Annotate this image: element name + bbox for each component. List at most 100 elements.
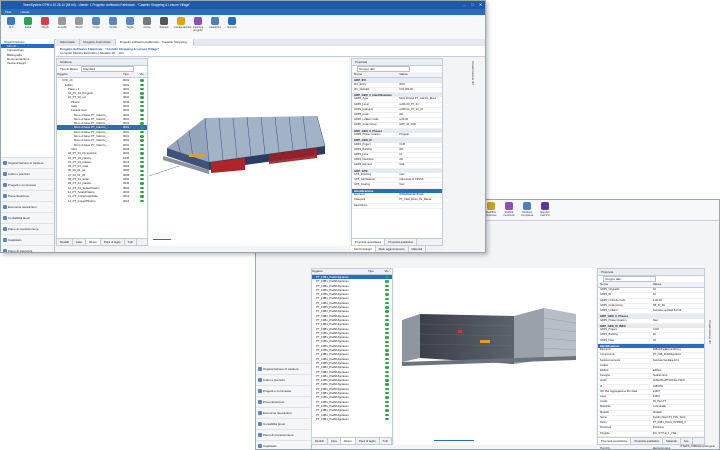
ribbon-button-13[interactable]: Esporta <box>225 17 239 29</box>
table-row[interactable]: 13_PT_CopertPilastro 0013 <box>57 199 147 203</box>
module-item[interactable]: Listini e prezzari <box>256 374 311 385</box>
ribbon-button-verifica[interactable]: Verifica rimozione <box>502 202 516 217</box>
window-maximize-icon[interactable]: □ <box>470 1 475 9</box>
eye-icon[interactable] <box>385 366 389 369</box>
eye-icon[interactable] <box>140 100 144 104</box>
eye-icon[interactable] <box>385 353 389 356</box>
eye-icon[interactable] <box>385 297 389 300</box>
tree-item[interactable]: Tavole disegni <box>1 61 54 65</box>
eye-icon[interactable] <box>385 293 389 296</box>
eye-icon[interactable] <box>385 336 389 339</box>
eye-icon[interactable] <box>140 156 144 159</box>
tab-2[interactable]: Materiali <box>663 438 681 444</box>
visibility-cell[interactable] <box>137 199 147 203</box>
ribbon-button-modifica[interactable]: Modifica rimozione <box>484 202 498 217</box>
tab-0[interactable]: Modelli <box>312 438 328 444</box>
eye-icon[interactable] <box>140 126 144 129</box>
vertical-tab-2[interactable]: Visualizzazione 3D <box>708 320 712 344</box>
3d-viewport-2[interactable] <box>394 268 596 445</box>
eye-icon[interactable] <box>385 319 389 322</box>
eye-icon[interactable] <box>140 79 144 82</box>
eye-icon[interactable] <box>140 87 144 91</box>
ribbon-button-0[interactable]: Apri <box>4 17 18 29</box>
doc-tab-2[interactable]: Progetto Anfiteatro Fabbricati - "Castel… <box>115 39 195 46</box>
module-item[interactable]: Piano di sicurezza <box>1 245 54 252</box>
eye-icon[interactable] <box>140 148 144 151</box>
eye-icon[interactable] <box>385 357 389 361</box>
eye-icon[interactable] <box>385 340 389 343</box>
module-item[interactable]: Organizzazione di cantiere <box>256 363 311 374</box>
eye-icon[interactable] <box>140 83 144 86</box>
module-item[interactable]: Preventivazione <box>1 190 54 201</box>
eye-icon[interactable] <box>385 396 389 399</box>
eye-icon[interactable] <box>140 96 144 99</box>
module-item[interactable]: Economie lavorazioni <box>256 407 311 418</box>
eye-icon[interactable] <box>140 160 144 164</box>
module-item[interactable]: Capitolato <box>256 440 311 449</box>
module-item[interactable]: Preventivazione <box>256 396 311 407</box>
table-row[interactable]: PT_F0B1_PielMUlpplasso <box>312 417 392 421</box>
module-item[interactable]: Contabilità lavori <box>256 418 311 429</box>
eye-icon[interactable] <box>385 310 389 313</box>
eye-icon[interactable] <box>140 195 144 198</box>
eye-icon[interactable] <box>385 417 389 421</box>
tab-1[interactable]: Proprietà qualitative <box>631 438 664 444</box>
tab-2[interactable]: Albero <box>85 239 101 245</box>
tab-3[interactable]: Piani di taglio <box>356 438 380 444</box>
eye-icon[interactable] <box>385 323 389 326</box>
eye-icon[interactable] <box>140 152 144 155</box>
eye-icon[interactable] <box>140 199 144 202</box>
3d-viewport[interactable] <box>148 58 349 246</box>
tab-0[interactable]: Proprietà quantitative <box>598 438 632 444</box>
tab-4[interactable]: Tutti <box>380 438 392 444</box>
eye-icon[interactable] <box>385 400 389 404</box>
module-item[interactable]: Contabilità lavori <box>1 212 54 223</box>
eye-icon[interactable] <box>140 139 144 142</box>
doc-tab-1[interactable]: Progetto Costruzioni <box>80 39 116 46</box>
eye-icon[interactable] <box>385 280 389 283</box>
eye-icon[interactable] <box>385 349 389 352</box>
ribbon-button-3[interactable]: Annulla <box>55 17 69 29</box>
ribbon-button-7[interactable]: Taglia <box>123 17 137 29</box>
tab-1[interactable]: Lista <box>328 438 341 444</box>
eye-icon[interactable] <box>385 387 389 391</box>
eye-icon[interactable] <box>385 288 389 292</box>
eye-icon[interactable] <box>385 374 389 378</box>
eye-icon[interactable] <box>385 284 389 288</box>
eye-icon[interactable] <box>140 117 144 121</box>
module-item[interactable]: Piano di manutenzione <box>256 429 311 440</box>
eye-icon[interactable] <box>140 182 144 185</box>
eye-icon[interactable] <box>140 135 144 138</box>
ribbon-button-1[interactable]: Salva <box>21 17 35 29</box>
tab-3[interactable]: Ass. <box>681 438 694 444</box>
eye-icon[interactable] <box>385 383 389 386</box>
eye-icon[interactable] <box>140 165 144 168</box>
eye-icon[interactable] <box>140 109 144 112</box>
ribbon-button-10[interactable]: Configurazione <box>174 17 191 29</box>
eye-icon[interactable] <box>385 370 389 373</box>
ribbon-button-11[interactable]: Gestione progetto <box>191 17 205 32</box>
eye-icon[interactable] <box>140 105 144 108</box>
eye-icon[interactable] <box>385 404 389 408</box>
eye-icon[interactable] <box>140 143 144 147</box>
eye-icon[interactable] <box>140 122 144 125</box>
eye-icon[interactable] <box>385 409 389 412</box>
eye-icon[interactable] <box>385 331 389 335</box>
window-close-icon[interactable]: ✕ <box>478 1 483 9</box>
ribbon-button-5[interactable]: Copia <box>89 17 103 29</box>
eye-icon[interactable] <box>385 379 389 382</box>
module-item[interactable]: Organizzazione di cantiere <box>1 157 54 168</box>
tab-1[interactable]: Stato aggiornamento <box>376 246 409 252</box>
property-row[interactable]: Descrizione <box>352 204 442 209</box>
eye-icon[interactable] <box>140 186 144 190</box>
eye-icon[interactable] <box>385 314 389 318</box>
module-item[interactable]: Listini e prezzari <box>1 168 54 179</box>
eye-icon[interactable] <box>140 169 144 172</box>
eye-icon[interactable] <box>385 392 389 395</box>
eye-icon[interactable] <box>140 130 144 134</box>
tab-4[interactable]: Tutti <box>125 239 137 245</box>
module-item[interactable]: Progetti e commesse <box>256 385 311 396</box>
visibility-cell[interactable] <box>382 417 392 421</box>
tab-0[interactable]: Storici dettagli <box>351 246 376 252</box>
tab-2[interactable]: Albero <box>340 438 356 444</box>
